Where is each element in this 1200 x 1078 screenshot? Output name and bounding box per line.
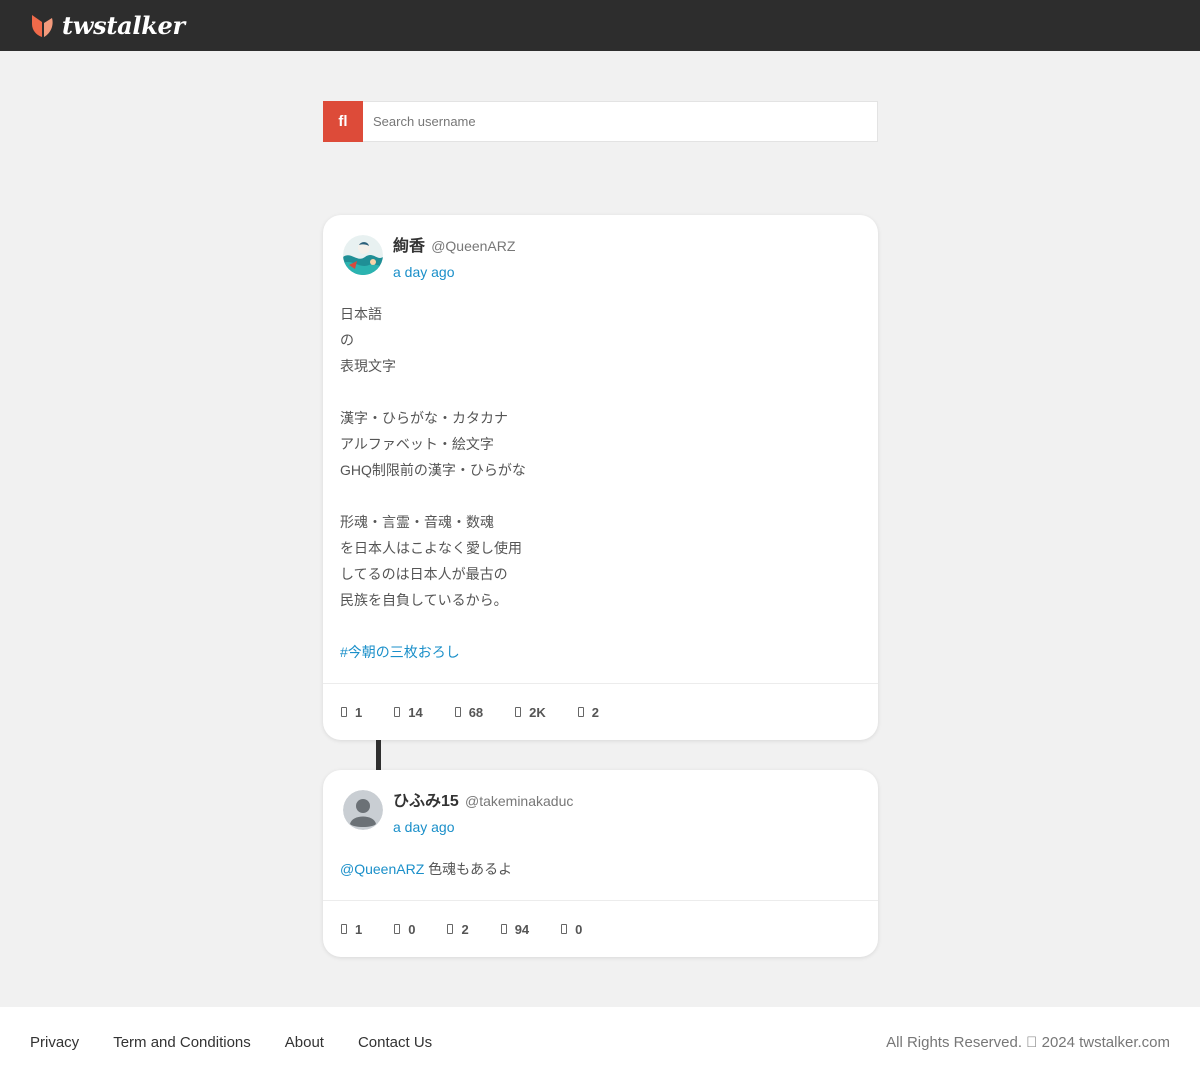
- search-icon[interactable]: fl: [323, 101, 363, 142]
- avatar[interactable]: [343, 790, 383, 830]
- tweet-line: を日本人はこよなく愛し使用: [340, 540, 522, 556]
- tweet-text: 日本語 の 表現文字 漢字・ひらがな・カタカナ アルファベット・絵文字 GHQ制…: [340, 301, 840, 665]
- tweet-line: 漢字・ひらがな・カタカナ: [340, 410, 508, 426]
- like-count: 2: [461, 921, 469, 937]
- tweet-line: [340, 613, 840, 639]
- bookmark-stat[interactable]: 0: [561, 922, 582, 937]
- tweet-line: [340, 483, 840, 509]
- tweet-text: @QueenARZ 色魂もあるよ: [340, 856, 840, 882]
- page-footer: Privacy Term and Conditions About Contac…: [0, 1007, 1200, 1078]
- retweet-stat[interactable]: 14: [394, 704, 423, 720]
- twstalker-logo-icon: [32, 14, 53, 37]
- tweet-line: してるのは日本人が最古の: [340, 566, 508, 582]
- tweet-card: 絢香 @QueenARZ a day ago 日本語 の 表現文字 漢字・ひらが…: [323, 215, 878, 740]
- tweet-line: 民族を自負しているから。: [340, 592, 508, 608]
- footer-link-about[interactable]: About: [285, 1034, 324, 1051]
- retweet-count: 14: [408, 704, 423, 720]
- retweet-stat[interactable]: 0: [394, 922, 415, 937]
- bookmark-stat[interactable]: 2: [577, 704, 600, 720]
- tweet-header: 絢香 @QueenARZ a day ago: [343, 235, 515, 279]
- like-count: 68: [468, 704, 484, 720]
- bookmark-icon: [561, 924, 568, 934]
- views-count: 2K: [529, 704, 546, 720]
- tweet-line: アルファベット・絵文字: [340, 436, 494, 452]
- reply-text: 色魂もあるよ: [424, 861, 513, 877]
- copyright-text: All Rights Reserved.   2024 twstalker.co…: [886, 1034, 1170, 1051]
- tweet-line: 日本語: [340, 306, 382, 322]
- mention-link[interactable]: @QueenARZ: [340, 861, 424, 877]
- top-navbar: twstalker: [0, 0, 1200, 51]
- tweet-timestamp[interactable]: a day ago: [393, 820, 573, 834]
- like-icon: [447, 924, 454, 934]
- tweet-stats: 1 14 68 2K 2: [323, 683, 878, 740]
- like-icon: [454, 707, 461, 717]
- bookmark-count: 0: [575, 921, 583, 937]
- footer-link-contact[interactable]: Contact Us: [358, 1034, 432, 1051]
- reply-stat[interactable]: 1: [341, 705, 362, 720]
- bookmark-count: 2: [591, 704, 600, 720]
- search-input[interactable]: [363, 102, 877, 141]
- reply-count: 1: [355, 704, 363, 720]
- views-stat[interactable]: 94: [500, 921, 530, 937]
- footer-links: Privacy Term and Conditions About Contac…: [30, 1034, 466, 1051]
- retweet-icon: [394, 924, 401, 934]
- avatar[interactable]: [343, 235, 383, 275]
- views-icon: [500, 924, 507, 934]
- retweet-count: 0: [408, 921, 416, 937]
- bookmark-icon: [577, 707, 584, 717]
- tweet-card: ひふみ15 @takeminakaduc a day ago @QueenARZ…: [323, 770, 878, 957]
- user-handle[interactable]: @takeminakaduc: [465, 793, 573, 809]
- display-name[interactable]: ひふみ15: [393, 793, 459, 810]
- tweet-line: GHQ制限前の漢字・ひらがな: [340, 462, 526, 478]
- home-logo-link[interactable]: twstalker: [30, 11, 185, 40]
- footer-link-terms[interactable]: Term and Conditions: [113, 1034, 251, 1051]
- tweet-stats: 1 0 2 94 0: [323, 900, 878, 957]
- display-name[interactable]: 絢香: [393, 238, 425, 255]
- tweet-header: ひふみ15 @takeminakaduc a day ago: [343, 790, 573, 834]
- reply-stat[interactable]: 1: [341, 922, 362, 937]
- hashtag-link[interactable]: #今朝の三枚おろし: [340, 644, 460, 660]
- tweet-line: の: [340, 332, 354, 348]
- tweet-timestamp[interactable]: a day ago: [393, 265, 515, 279]
- tweet-line: [340, 379, 840, 405]
- like-stat[interactable]: 2: [447, 921, 469, 937]
- like-stat[interactable]: 68: [454, 704, 484, 720]
- views-icon: [515, 707, 522, 717]
- tweet-line: 表現文字: [340, 358, 396, 374]
- footer-link-privacy[interactable]: Privacy: [30, 1034, 79, 1051]
- thread-connector: [376, 740, 381, 770]
- brand-name: twstalker: [62, 11, 185, 40]
- views-stat[interactable]: 2K: [515, 705, 546, 720]
- views-count: 94: [514, 921, 530, 937]
- retweet-icon: [394, 707, 401, 717]
- reply-icon: [341, 707, 347, 717]
- tweet-line: 形魂・言霊・音魂・数魂: [340, 514, 494, 530]
- user-handle[interactable]: @QueenARZ: [431, 238, 515, 254]
- reply-count: 1: [355, 921, 363, 937]
- search-bar: fl: [323, 101, 878, 142]
- reply-icon: [341, 924, 347, 934]
